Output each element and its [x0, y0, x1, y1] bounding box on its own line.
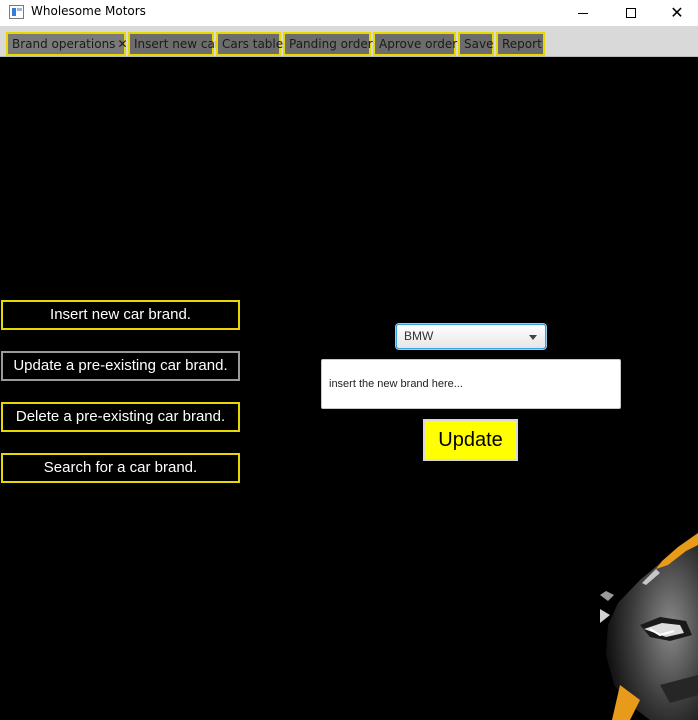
tab-cars-table[interactable]: Cars table: [216, 32, 284, 56]
update-button[interactable]: Update: [423, 419, 518, 461]
window-title: Wholesome Motors: [31, 4, 146, 18]
tab-label: Report: [502, 37, 542, 51]
app-window-icon: [9, 5, 24, 19]
tab-report[interactable]: Report: [496, 32, 545, 56]
tab-label: Brand operations: [12, 37, 116, 51]
tab-save[interactable]: Save: [458, 32, 494, 56]
update-brand-button[interactable]: Update a pre-existing car brand.: [1, 351, 240, 381]
chevron-down-icon: [529, 335, 537, 340]
tab-label: Panding order: [289, 37, 373, 51]
new-brand-input[interactable]: insert the new brand here...: [321, 359, 621, 409]
tab-brand-operations[interactable]: Brand operations ✕: [6, 32, 128, 56]
brand-select-value: BMW: [404, 329, 434, 343]
tab-label: Aprove order: [379, 37, 458, 51]
tab-label: Save: [464, 37, 494, 51]
maximize-button[interactable]: [608, 0, 654, 26]
tab-bar: Brand operations ✕ Insert new car Cars ta…: [0, 26, 698, 57]
close-icon: ✕: [670, 3, 684, 22]
close-button[interactable]: ✕: [654, 0, 698, 26]
tab-panding-order[interactable]: Panding order: [283, 32, 373, 56]
tab-aprove-order[interactable]: Aprove order: [373, 32, 458, 56]
tab-label: Insert new car: [134, 37, 220, 51]
insert-brand-button[interactable]: Insert new car brand.: [1, 300, 240, 330]
tab-close-icon[interactable]: ✕: [117, 37, 127, 51]
brand-operations-panel: Insert new car brand. Update a pre-exist…: [0, 57, 698, 720]
title-bar: Wholesome Motors ✕: [0, 0, 698, 26]
brand-select[interactable]: BMW: [396, 324, 546, 349]
maximize-icon: [626, 8, 636, 18]
new-brand-placeholder: insert the new brand here...: [329, 378, 463, 390]
sports-car-image: [600, 533, 698, 720]
minimize-icon: [578, 12, 588, 14]
minimize-button[interactable]: [560, 0, 606, 26]
search-brand-button[interactable]: Search for a car brand.: [1, 453, 240, 483]
tab-label: Cars table: [222, 37, 284, 51]
delete-brand-button[interactable]: Delete a pre-existing car brand.: [1, 402, 240, 432]
tab-insert-new-car[interactable]: Insert new car: [128, 32, 220, 56]
